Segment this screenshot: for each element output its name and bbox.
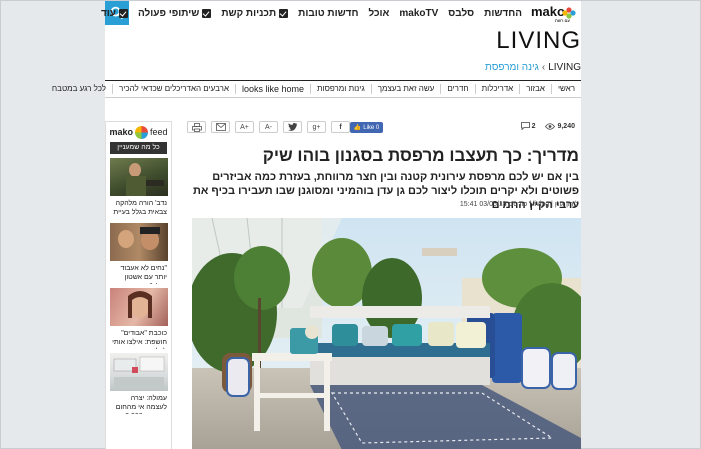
category-tab[interactable]: looks like home (234, 84, 310, 94)
print-icon (191, 122, 202, 132)
feed-logo-text: mako (109, 127, 133, 137)
top-nav-item[interactable]: שיתופי פעולה (133, 8, 216, 19)
article-main-image (192, 218, 581, 449)
top-nav-item[interactable]: עוד (96, 8, 133, 19)
like-label: Like 0 (363, 124, 380, 131)
category-tab[interactable]: לכל רגע במטבח (46, 84, 112, 94)
category-tab[interactable]: חדרים (440, 84, 474, 94)
print-button[interactable] (187, 121, 206, 133)
category-tab[interactable]: אבזור (519, 84, 551, 94)
mako-feed-logo-icon (134, 125, 148, 139)
top-nav-list: mako עם רשת החדשות סלבס makoTV אוכל חדשות טו… (101, 1, 581, 25)
top-nav-label: סלבס (448, 7, 475, 19)
top-nav-item[interactable]: תכניות קשת (216, 8, 293, 19)
article-stats: 2 9,240 (520, 122, 575, 130)
views-count: 9,240 (545, 123, 575, 130)
feed-sidebar: mako feed כל מה שמעניין נדב' הורה מלהקה … (105, 121, 172, 449)
top-nav-label: עוד (100, 7, 116, 19)
share-toolbar: A+ A- g+ f (187, 121, 359, 133)
article-byline: לירון גונן | living | פורסם 03/05/18 15:… (459, 201, 579, 208)
thumbs-up-icon: 👍 (353, 125, 362, 131)
category-tab[interactable]: ראשי (550, 84, 581, 94)
feed-item[interactable]: כוכבת "אבודים" חושפת: אילצו אותי לצלם בע… (110, 288, 168, 349)
breadcrumb-separator: › (541, 62, 546, 73)
top-nav-item[interactable]: סלבס (443, 8, 479, 19)
category-tab[interactable]: אדריכלות (474, 84, 520, 94)
feed-thumbnail (110, 158, 168, 196)
feed-thumbnail (110, 288, 168, 326)
twitter-icon (287, 123, 297, 131)
top-nav-label: החדשות (484, 7, 522, 19)
breadcrumb-current[interactable]: גינה ומרפסת (485, 62, 539, 73)
feed-subtitle: כל מה שמעניין (110, 142, 167, 154)
google-plus-button[interactable]: g+ (307, 121, 326, 133)
article-headline: מדריך: כך תעצבו מרפסת בסגנון בוהו שיק (262, 146, 579, 165)
category-tab[interactable]: גינות ומרפסות (310, 84, 371, 94)
section-title: LIVING (496, 27, 581, 54)
feed-item-caption: "נחים לא אעבוד יותר עם אשטון קוצ'ר" (120, 265, 167, 284)
check-box-icon (202, 8, 212, 18)
feed-item[interactable]: "נחים לא אעבוד יותר עם אשטון קוצ'ר" (110, 223, 168, 284)
category-tab[interactable]: ארבעים האדריכלים שכדאי להכיר (112, 84, 235, 94)
feed-thumbnail (110, 223, 168, 261)
eye-icon (545, 122, 556, 130)
comment-icon (520, 122, 530, 130)
check-box-icon (118, 8, 128, 18)
check-box-icon (279, 8, 289, 18)
top-nav-item[interactable]: חדשות טובות (293, 8, 363, 19)
top-nav-item[interactable]: החדשות (479, 8, 527, 19)
top-nav-label: שיתופי פעולה (137, 7, 200, 19)
top-nav-item[interactable]: אוכל (363, 8, 394, 19)
top-nav-label: חדשות טובות (298, 7, 359, 19)
svg-text:mako: mako (531, 4, 565, 19)
feed-item-caption: עמולה: יצרה לעצמה אי מהחום במטבח 2,000 א… (114, 395, 167, 414)
top-navigation-bar: mako עם רשת החדשות סלבס makoTV אוכל חדשות טו… (101, 1, 581, 25)
category-navigation: ראשי אבזור אדריכלות חדרים עשה זאת בעצמך גינות… (52, 80, 581, 98)
breadcrumb: LIVING›גינה ומרפסת (485, 62, 581, 73)
top-nav-label: אוכל (368, 7, 390, 19)
svg-text:עם רשת: עם רשת (555, 18, 570, 23)
mail-button[interactable] (211, 121, 230, 133)
browser-frame: mako עם רשת החדשות סלבס makoTV אוכל חדשות טו… (0, 0, 701, 449)
comments-count[interactable]: 2 (520, 122, 536, 130)
feed-item-caption: כוכבת "אבודים" חושפת: אילצו אותי לצלם בע… (112, 330, 167, 349)
top-nav-label: makoTV (399, 7, 439, 19)
breadcrumb-root[interactable]: LIVING (548, 62, 581, 73)
feed-thumbnail (110, 353, 168, 391)
views-number: 9,240 (557, 122, 575, 130)
font-decrease-button[interactable]: A- (259, 121, 278, 133)
feed-item[interactable]: עמולה: יצרה לעצמה אי מהחום במטבח 2,000 א… (110, 353, 168, 414)
feed-header[interactable]: mako feed (106, 122, 171, 142)
top-nav-label: תכניות קשת (221, 7, 277, 19)
facebook-share-button[interactable]: f (331, 121, 350, 133)
feed-item-caption: נדב' הורה מלהקה צבאית בגלל בעיית משמעת (113, 200, 167, 219)
page-content: LIVING LIVING›גינה ומרפסת ראשי אבזור אדריכ… (52, 25, 581, 449)
mail-icon (215, 123, 226, 131)
feed-item[interactable]: נדב' הורה מלהקה צבאית בגלל בעיית משמעת (110, 158, 168, 219)
comments-number: 2 (531, 122, 536, 130)
mako-logo[interactable]: mako עם רשת (531, 3, 581, 23)
top-nav-item[interactable]: makoTV (394, 8, 443, 19)
facebook-like-button[interactable]: 👍 Like 0 (350, 122, 383, 133)
font-increase-button[interactable]: A+ (235, 121, 254, 133)
category-tab[interactable]: עשה זאת בעצמך (370, 84, 441, 94)
twitter-button[interactable] (283, 121, 302, 133)
feed-title: feed (149, 127, 168, 137)
